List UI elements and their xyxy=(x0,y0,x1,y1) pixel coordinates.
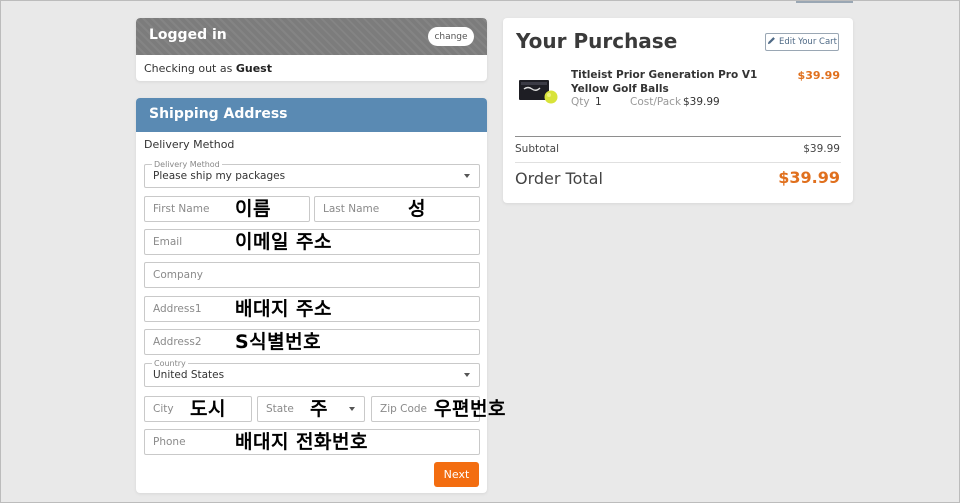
delivery-method-field-label: Delivery Method xyxy=(152,160,222,169)
delivery-method-label: Delivery Method xyxy=(144,138,235,151)
edit-cart-label: Edit Your Cart xyxy=(779,37,837,47)
first-name-placeholder: First Name xyxy=(153,203,210,215)
checkout-user: Guest xyxy=(235,62,272,75)
state-select[interactable]: State 주 xyxy=(257,396,365,422)
last-name-field[interactable]: Last Name 성 xyxy=(314,196,480,222)
address1-annotation: 배대지 주소 xyxy=(235,298,333,320)
checkout-as-text: Checking out as Guest xyxy=(144,62,272,75)
first-name-annotation: 이름 xyxy=(235,198,271,220)
country-value: United States xyxy=(153,369,225,381)
product-price: $39.99 xyxy=(797,69,840,82)
first-name-field[interactable]: First Name 이름 xyxy=(144,196,310,222)
last-name-annotation: 성 xyxy=(408,198,426,220)
company-placeholder: Company xyxy=(153,269,203,281)
email-field[interactable]: Email 이메일 주소 xyxy=(144,229,480,255)
shipping-title: Shipping Address xyxy=(149,106,288,122)
top-edge-divider xyxy=(796,1,853,3)
product-name[interactable]: Titleist Prior Generation Pro V1 Yellow … xyxy=(571,68,791,96)
phone-annotation: 배대지 전화번호 xyxy=(235,431,368,453)
email-placeholder: Email xyxy=(153,236,183,248)
email-annotation: 이메일 주소 xyxy=(235,231,333,253)
state-annotation: 주 xyxy=(310,398,328,420)
zip-code-annotation: 우편번호 xyxy=(434,398,506,420)
qty-value: 1 xyxy=(595,96,602,108)
city-annotation: 도시 xyxy=(190,398,226,420)
purchase-title: Your Purchase xyxy=(516,29,678,53)
cost-per-pack-label: Cost/Pack xyxy=(630,96,682,108)
checkout-prefix: Checking out as xyxy=(144,62,233,75)
divider xyxy=(515,162,841,163)
chevron-down-icon xyxy=(464,373,470,377)
pencil-icon xyxy=(767,36,776,48)
address1-placeholder: Address1 xyxy=(153,303,202,315)
phone-placeholder: Phone xyxy=(153,436,186,448)
shipping-header: Shipping Address xyxy=(136,98,487,132)
chevron-down-icon xyxy=(464,174,470,178)
company-field[interactable]: Company xyxy=(144,262,480,288)
shipping-address-panel: Shipping Address Delivery Method Deliver… xyxy=(136,98,505,493)
country-select[interactable]: Country United States xyxy=(144,359,480,387)
change-button[interactable]: change xyxy=(428,27,474,46)
edit-cart-button[interactable]: Edit Your Cart xyxy=(765,33,839,51)
cost-per-pack-value: $39.99 xyxy=(683,96,720,108)
phone-field[interactable]: Phone 배대지 전화번호 xyxy=(144,429,480,455)
city-field[interactable]: City 도시 xyxy=(144,396,252,422)
subtotal-label: Subtotal xyxy=(515,143,559,155)
address2-placeholder: Address2 xyxy=(153,336,202,348)
city-placeholder: City xyxy=(153,403,174,415)
address2-annotation: S식별번호 xyxy=(235,331,322,353)
next-button[interactable]: Next xyxy=(434,462,479,487)
address1-field[interactable]: Address1 배대지 주소 xyxy=(144,296,480,322)
last-name-placeholder: Last Name xyxy=(323,203,380,215)
qty-label: Qty xyxy=(571,96,590,108)
order-total-value: $39.99 xyxy=(778,168,840,187)
order-total-label: Order Total xyxy=(515,169,603,188)
zip-code-placeholder: Zip Code xyxy=(380,403,427,415)
chevron-down-icon xyxy=(349,407,355,411)
delivery-method-select[interactable]: Delivery Method Please ship my packages xyxy=(144,160,480,188)
logged-in-panel: Logged in change Checking out as Guest xyxy=(136,18,487,81)
delivery-method-value: Please ship my packages xyxy=(153,170,286,182)
divider xyxy=(515,136,841,137)
zip-code-field[interactable]: Zip Code 우편번호 xyxy=(371,396,505,422)
product-image[interactable] xyxy=(517,75,559,105)
subtotal-value: $39.99 xyxy=(803,143,840,155)
state-placeholder: State xyxy=(266,403,294,415)
address2-field[interactable]: Address2 S식별번호 xyxy=(144,329,480,355)
country-field-label: Country xyxy=(152,359,188,368)
purchase-panel: Your Purchase Edit Your Cart Titleist Pr… xyxy=(503,18,853,203)
logged-in-title: Logged in xyxy=(149,27,227,43)
logged-in-header: Logged in change xyxy=(136,18,487,55)
